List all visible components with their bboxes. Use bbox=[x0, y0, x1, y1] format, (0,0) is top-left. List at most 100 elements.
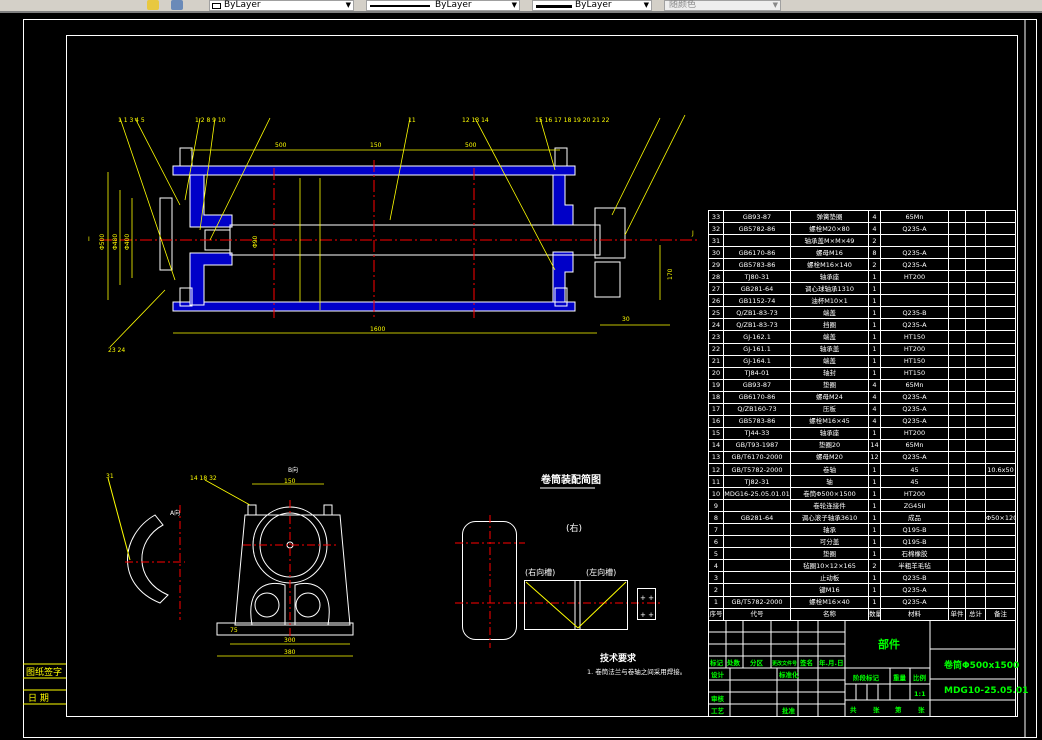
table-cell: 19 bbox=[708, 378, 724, 392]
sketch-title: 卷筒装配简图 bbox=[540, 473, 601, 486]
table-row: 24 Q/ZB1-83-73 挡圈 1 Q235-A bbox=[708, 318, 1016, 332]
table-cell bbox=[965, 523, 986, 537]
table-cell: 轴封 bbox=[790, 366, 869, 380]
table-cell bbox=[965, 378, 986, 392]
table-cell: 端盖 bbox=[790, 354, 869, 368]
drawing-number: MDG10-25.05.01 bbox=[944, 686, 1029, 696]
table-row: 9 卷轮连接件 1 ZG45II bbox=[708, 499, 1016, 513]
table-header-cell: 单件 bbox=[948, 607, 966, 621]
table-cell: TJ82-31 bbox=[723, 475, 791, 489]
table-cell: 11 bbox=[708, 475, 724, 489]
table-cell: 1 bbox=[708, 595, 724, 609]
table-cell: 垫圈20 bbox=[790, 438, 869, 452]
table-cell bbox=[948, 342, 966, 356]
scale-value: 1:1 bbox=[914, 690, 926, 698]
table-cell: 螺栓M16×40 bbox=[790, 595, 869, 609]
table-cell: 13 bbox=[708, 450, 724, 464]
table-cell bbox=[723, 583, 791, 597]
table-cell: 65Mn bbox=[880, 378, 949, 392]
table-row: 18 GB6170-86 螺母M24 4 Q235-A bbox=[708, 390, 1016, 404]
table-cell bbox=[880, 282, 949, 296]
table-cell: 4 bbox=[868, 390, 881, 404]
table-cell bbox=[948, 209, 966, 224]
table-cell: HT200 bbox=[880, 487, 949, 501]
svg-text:12 13 14: 12 13 14 bbox=[462, 117, 489, 124]
dim-outer: 380 bbox=[284, 649, 296, 656]
table-cell: 17 bbox=[708, 402, 724, 416]
table-cell bbox=[985, 438, 1016, 452]
table-cell: GB93-87 bbox=[723, 209, 791, 224]
table-cell bbox=[948, 499, 966, 513]
table-cell: 16 bbox=[708, 414, 724, 428]
svg-text:15 16 17 18 19 20 21 22: 15 16 17 18 19 20 21 22 bbox=[535, 117, 610, 124]
table-cell bbox=[985, 270, 1016, 284]
table-cell bbox=[948, 222, 966, 236]
table-cell: 1 bbox=[868, 330, 881, 344]
table-cell bbox=[948, 366, 966, 380]
table-cell bbox=[985, 583, 1016, 597]
table-row: 8GB281-64调心滚子轴承36101成品 Φ50×120×29 bbox=[708, 511, 1016, 525]
svg-text:23 24: 23 24 bbox=[108, 347, 125, 354]
table-cell: GB/T93-1987 bbox=[723, 438, 791, 452]
table-row: 4 毡圈10×12×165 2 半粗羊毛毡 bbox=[708, 559, 1016, 573]
stage-mark-label: 阶段标记 bbox=[853, 673, 880, 682]
table-cell bbox=[948, 414, 966, 428]
table-cell: Q235-A bbox=[880, 402, 949, 416]
table-cell: 卷筒Φ500×1500 bbox=[790, 487, 869, 501]
table-cell bbox=[965, 475, 986, 489]
table-row: 6 可分盖 1 Q195-B bbox=[708, 535, 1016, 549]
table-row: 31 轴承盖M×M×49 2 bbox=[708, 234, 1016, 248]
table-cell: 螺母M16 bbox=[790, 246, 869, 260]
approve-label: 批准 bbox=[782, 706, 796, 715]
table-cell: GB1152-74 bbox=[723, 294, 791, 308]
dim-d2: Φ480 bbox=[112, 234, 119, 250]
table-cell bbox=[985, 559, 1016, 573]
table-cell bbox=[723, 523, 791, 537]
table-cell: 弹簧垫圈 bbox=[790, 209, 869, 224]
table-row: 27 GB281-64 调心球轴承1310 1 bbox=[708, 282, 1016, 296]
table-row: 14 GB/T93-1987 垫圈20 14 65Mn bbox=[708, 438, 1016, 452]
table-cell: 1 bbox=[868, 487, 881, 501]
table-cell bbox=[965, 462, 986, 477]
table-row: 13 GB/T6170-2000 螺母M20 12 Q235-A bbox=[708, 450, 1016, 464]
dim-d1: Φ500 bbox=[99, 234, 106, 250]
table-row: 2 键M16 1 Q235-A bbox=[708, 583, 1016, 597]
table-cell bbox=[948, 487, 966, 501]
left-bearing-cap bbox=[159, 197, 173, 271]
table-row: 1 GB/T5782-2000 螺栓M16×40 1 Q235-A bbox=[708, 595, 1016, 609]
table-row: 7 轴承 1 Q195-B bbox=[708, 523, 1016, 537]
dim-shaft: Φ90 bbox=[252, 235, 259, 248]
table-cell: TJ80-31 bbox=[723, 270, 791, 284]
table-cell bbox=[985, 258, 1016, 272]
table-cell: Q195-B bbox=[880, 523, 949, 537]
table-cell: Q/ZB1-83-73 bbox=[723, 306, 791, 320]
assembly-sketch: 卷筒装配简图 (右) (右向槽) (左向槽) + + + + bbox=[455, 473, 660, 648]
table-cell bbox=[965, 222, 986, 236]
svg-text:+ +: + + bbox=[640, 594, 654, 602]
signature-label: 签名 bbox=[799, 658, 813, 667]
table-cell bbox=[965, 390, 986, 404]
table-cell: 27 bbox=[708, 282, 724, 296]
dim-inner: 300 bbox=[284, 637, 296, 644]
table-cell: 1 bbox=[868, 523, 881, 537]
table-cell bbox=[965, 270, 986, 284]
table-cell bbox=[965, 450, 986, 464]
table-cell: 调心球轴承1310 bbox=[790, 282, 869, 296]
table-cell: GB93-87 bbox=[723, 378, 791, 392]
table-cell: 5 bbox=[708, 547, 724, 561]
table-cell: 1 bbox=[868, 306, 881, 320]
table-cell bbox=[985, 318, 1016, 332]
table-cell: ZG45II bbox=[880, 499, 949, 513]
sign-label: 图纸签字 bbox=[26, 666, 62, 678]
table-cell: 30 bbox=[708, 246, 724, 260]
table-cell bbox=[985, 547, 1016, 561]
table-cell bbox=[985, 535, 1016, 549]
table-cell: TJ84-01 bbox=[723, 366, 791, 380]
table-cell: 卷轮连接件 bbox=[790, 499, 869, 513]
table-cell: 1 bbox=[868, 499, 881, 513]
table-cell: GJ-164.1 bbox=[723, 354, 791, 368]
table-cell bbox=[723, 547, 791, 561]
table-cell: 轴承座 bbox=[790, 270, 869, 284]
table-cell: 成品 bbox=[880, 511, 949, 525]
table-cell: Q235-A bbox=[880, 318, 949, 332]
